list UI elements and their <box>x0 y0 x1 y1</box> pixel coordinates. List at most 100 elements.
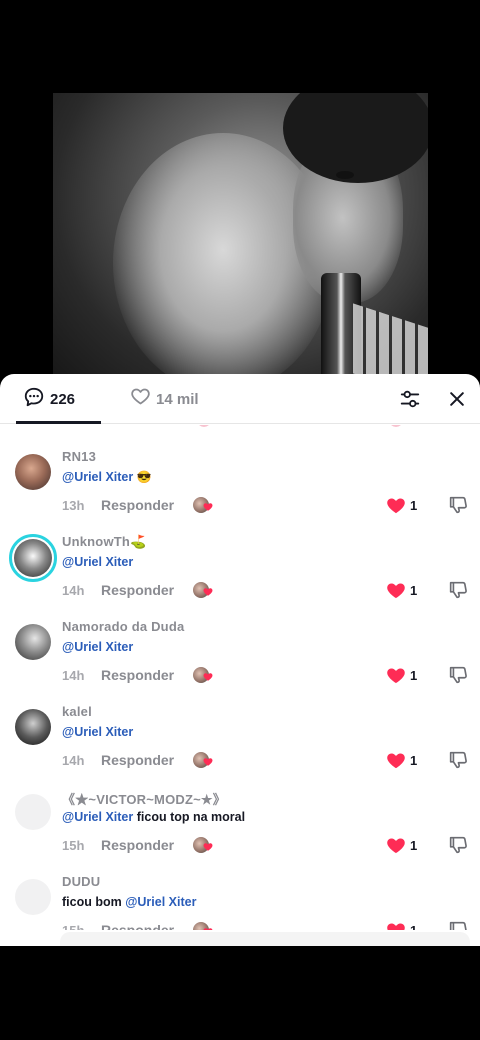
like-button[interactable]: 1 <box>386 835 417 855</box>
comment-meta: 14h Responder <box>62 580 174 600</box>
comment-text: @Uriel Xiter <box>62 640 133 654</box>
comment-time: 14h <box>62 667 85 683</box>
comment-input-bar[interactable] <box>60 932 470 946</box>
active-tab-indicator <box>16 421 101 424</box>
like-count: 1 <box>410 922 418 931</box>
reply-button[interactable]: Responder <box>101 497 174 513</box>
comment-username[interactable]: 《★~VICTOR~MODZ~★》 <box>62 789 226 808</box>
comment-time: 13h <box>62 497 85 513</box>
comment-meta: 14h Responder <box>62 665 174 685</box>
reply-button[interactable]: Responder <box>101 922 174 930</box>
avatar-placeholder[interactable] <box>15 794 51 830</box>
comment-item: DUDU ficou bom @Uriel Xiter 15h Responde… <box>0 874 480 930</box>
heart-filled-icon <box>387 923 405 930</box>
video-thumbnail[interactable] <box>53 93 428 390</box>
heart-filled-icon <box>387 498 405 514</box>
comment-username[interactable]: DUDU <box>62 874 100 889</box>
comments-tabbar: 226 14 mil <box>0 374 480 424</box>
heart-icon <box>203 503 213 511</box>
like-count: 1 <box>410 497 418 513</box>
reply-button[interactable]: Responder <box>101 837 174 853</box>
mention-link[interactable]: @Uriel Xiter <box>62 555 133 569</box>
tab-likes[interactable]: 14 mil <box>130 374 199 424</box>
comment-text: @Uriel Xiter <box>62 725 133 739</box>
heart-icon <box>203 843 213 851</box>
creator-liked-badge <box>193 495 217 515</box>
heart-filled-icon <box>387 838 405 854</box>
mention-link[interactable]: @Uriel Xiter <box>62 640 133 654</box>
avatar[interactable] <box>15 454 51 490</box>
comment-username[interactable]: RN13 <box>62 449 96 464</box>
comment-item: 《★~VICTOR~MODZ~★》 @Uriel Xiter ficou top… <box>0 789 480 874</box>
heart-outline-icon <box>130 386 151 412</box>
comments-list[interactable]: RN13 @Uriel Xiter 😎 13h Responder 1 Unkn… <box>0 425 480 930</box>
comment-text: @Uriel Xiter 😎 <box>62 470 152 484</box>
comment-meta: 14h Responder <box>62 750 174 770</box>
heart-filled-icon <box>387 583 405 599</box>
heart-filled-icon <box>387 753 405 769</box>
comment-username[interactable]: kalel <box>62 704 92 719</box>
dislike-icon[interactable] <box>447 749 469 771</box>
comment-time: 15h <box>62 922 85 931</box>
like-count: 1 <box>410 752 418 768</box>
heart-icon <box>203 673 213 681</box>
dislike-icon[interactable] <box>447 919 469 930</box>
avatar[interactable] <box>15 709 51 745</box>
dislike-icon[interactable] <box>447 579 469 601</box>
comment-item: UnknowTh⛳ @Uriel Xiter 14h Responder 1 <box>0 534 480 619</box>
comment-body: ficou top na moral <box>136 810 246 824</box>
like-button[interactable]: 1 <box>386 495 417 515</box>
mention-link[interactable]: @Uriel Xiter <box>62 470 133 484</box>
dislike-icon[interactable] <box>447 834 469 856</box>
comments-sheet: 226 14 mil RN13 @Uriel Xiter 😎 13h Respo… <box>0 374 480 946</box>
bottom-black-bar <box>0 946 480 1040</box>
like-button[interactable]: 1 <box>386 665 417 685</box>
comment-bubble-icon <box>23 386 45 413</box>
like-count: 1 <box>410 582 418 598</box>
heart-icon <box>203 928 213 930</box>
like-button[interactable]: 1 <box>386 580 417 600</box>
creator-liked-badge <box>193 665 217 685</box>
comment-body: ficou bom <box>62 895 122 909</box>
reply-button[interactable]: Responder <box>101 582 174 598</box>
comment-text: ficou bom @Uriel Xiter <box>62 895 196 909</box>
creator-liked-badge <box>193 835 217 855</box>
mention-link[interactable]: @Uriel Xiter <box>62 810 133 824</box>
mention-link[interactable]: @Uriel Xiter <box>62 725 133 739</box>
heart-icon <box>203 588 213 596</box>
avatar[interactable] <box>15 624 51 660</box>
comment-time: 15h <box>62 837 85 853</box>
comment-username[interactable]: Namorado da Duda <box>62 619 184 634</box>
creator-liked-badge <box>193 580 217 600</box>
close-icon[interactable] <box>445 387 469 411</box>
avatar-story-ring[interactable] <box>9 534 57 582</box>
like-count: 1 <box>410 667 418 683</box>
comment-emoji: 😎 <box>136 470 152 484</box>
video-area[interactable] <box>0 0 480 390</box>
creator-liked-badge <box>193 750 217 770</box>
filter-icon[interactable] <box>398 387 422 411</box>
dislike-icon[interactable] <box>447 664 469 686</box>
previous-comment-peek <box>0 425 480 429</box>
comment-item: kalel @Uriel Xiter 14h Responder 1 <box>0 704 480 789</box>
comment-time: 14h <box>62 752 85 768</box>
like-button[interactable]: 1 <box>386 920 417 930</box>
mention-link[interactable]: @Uriel Xiter <box>125 895 196 909</box>
comment-meta: 15h Responder <box>62 920 174 930</box>
comment-text: @Uriel Xiter <box>62 555 133 569</box>
dislike-icon[interactable] <box>447 494 469 516</box>
like-count: 1 <box>410 837 418 853</box>
likes-count: 14 mil <box>156 390 199 408</box>
tab-comments[interactable]: 226 <box>23 374 75 424</box>
creator-liked-badge <box>193 920 217 930</box>
avatar-placeholder[interactable] <box>15 879 51 915</box>
comment-item: Namorado da Duda @Uriel Xiter 14h Respon… <box>0 619 480 704</box>
comment-text: @Uriel Xiter ficou top na moral <box>62 810 245 824</box>
comment-meta: 13h Responder <box>62 495 174 515</box>
reply-button[interactable]: Responder <box>101 752 174 768</box>
reply-button[interactable]: Responder <box>101 667 174 683</box>
heart-icon <box>203 758 213 766</box>
heart-filled-icon <box>387 668 405 684</box>
like-button[interactable]: 1 <box>386 750 417 770</box>
comment-username[interactable]: UnknowTh⛳ <box>62 534 146 550</box>
